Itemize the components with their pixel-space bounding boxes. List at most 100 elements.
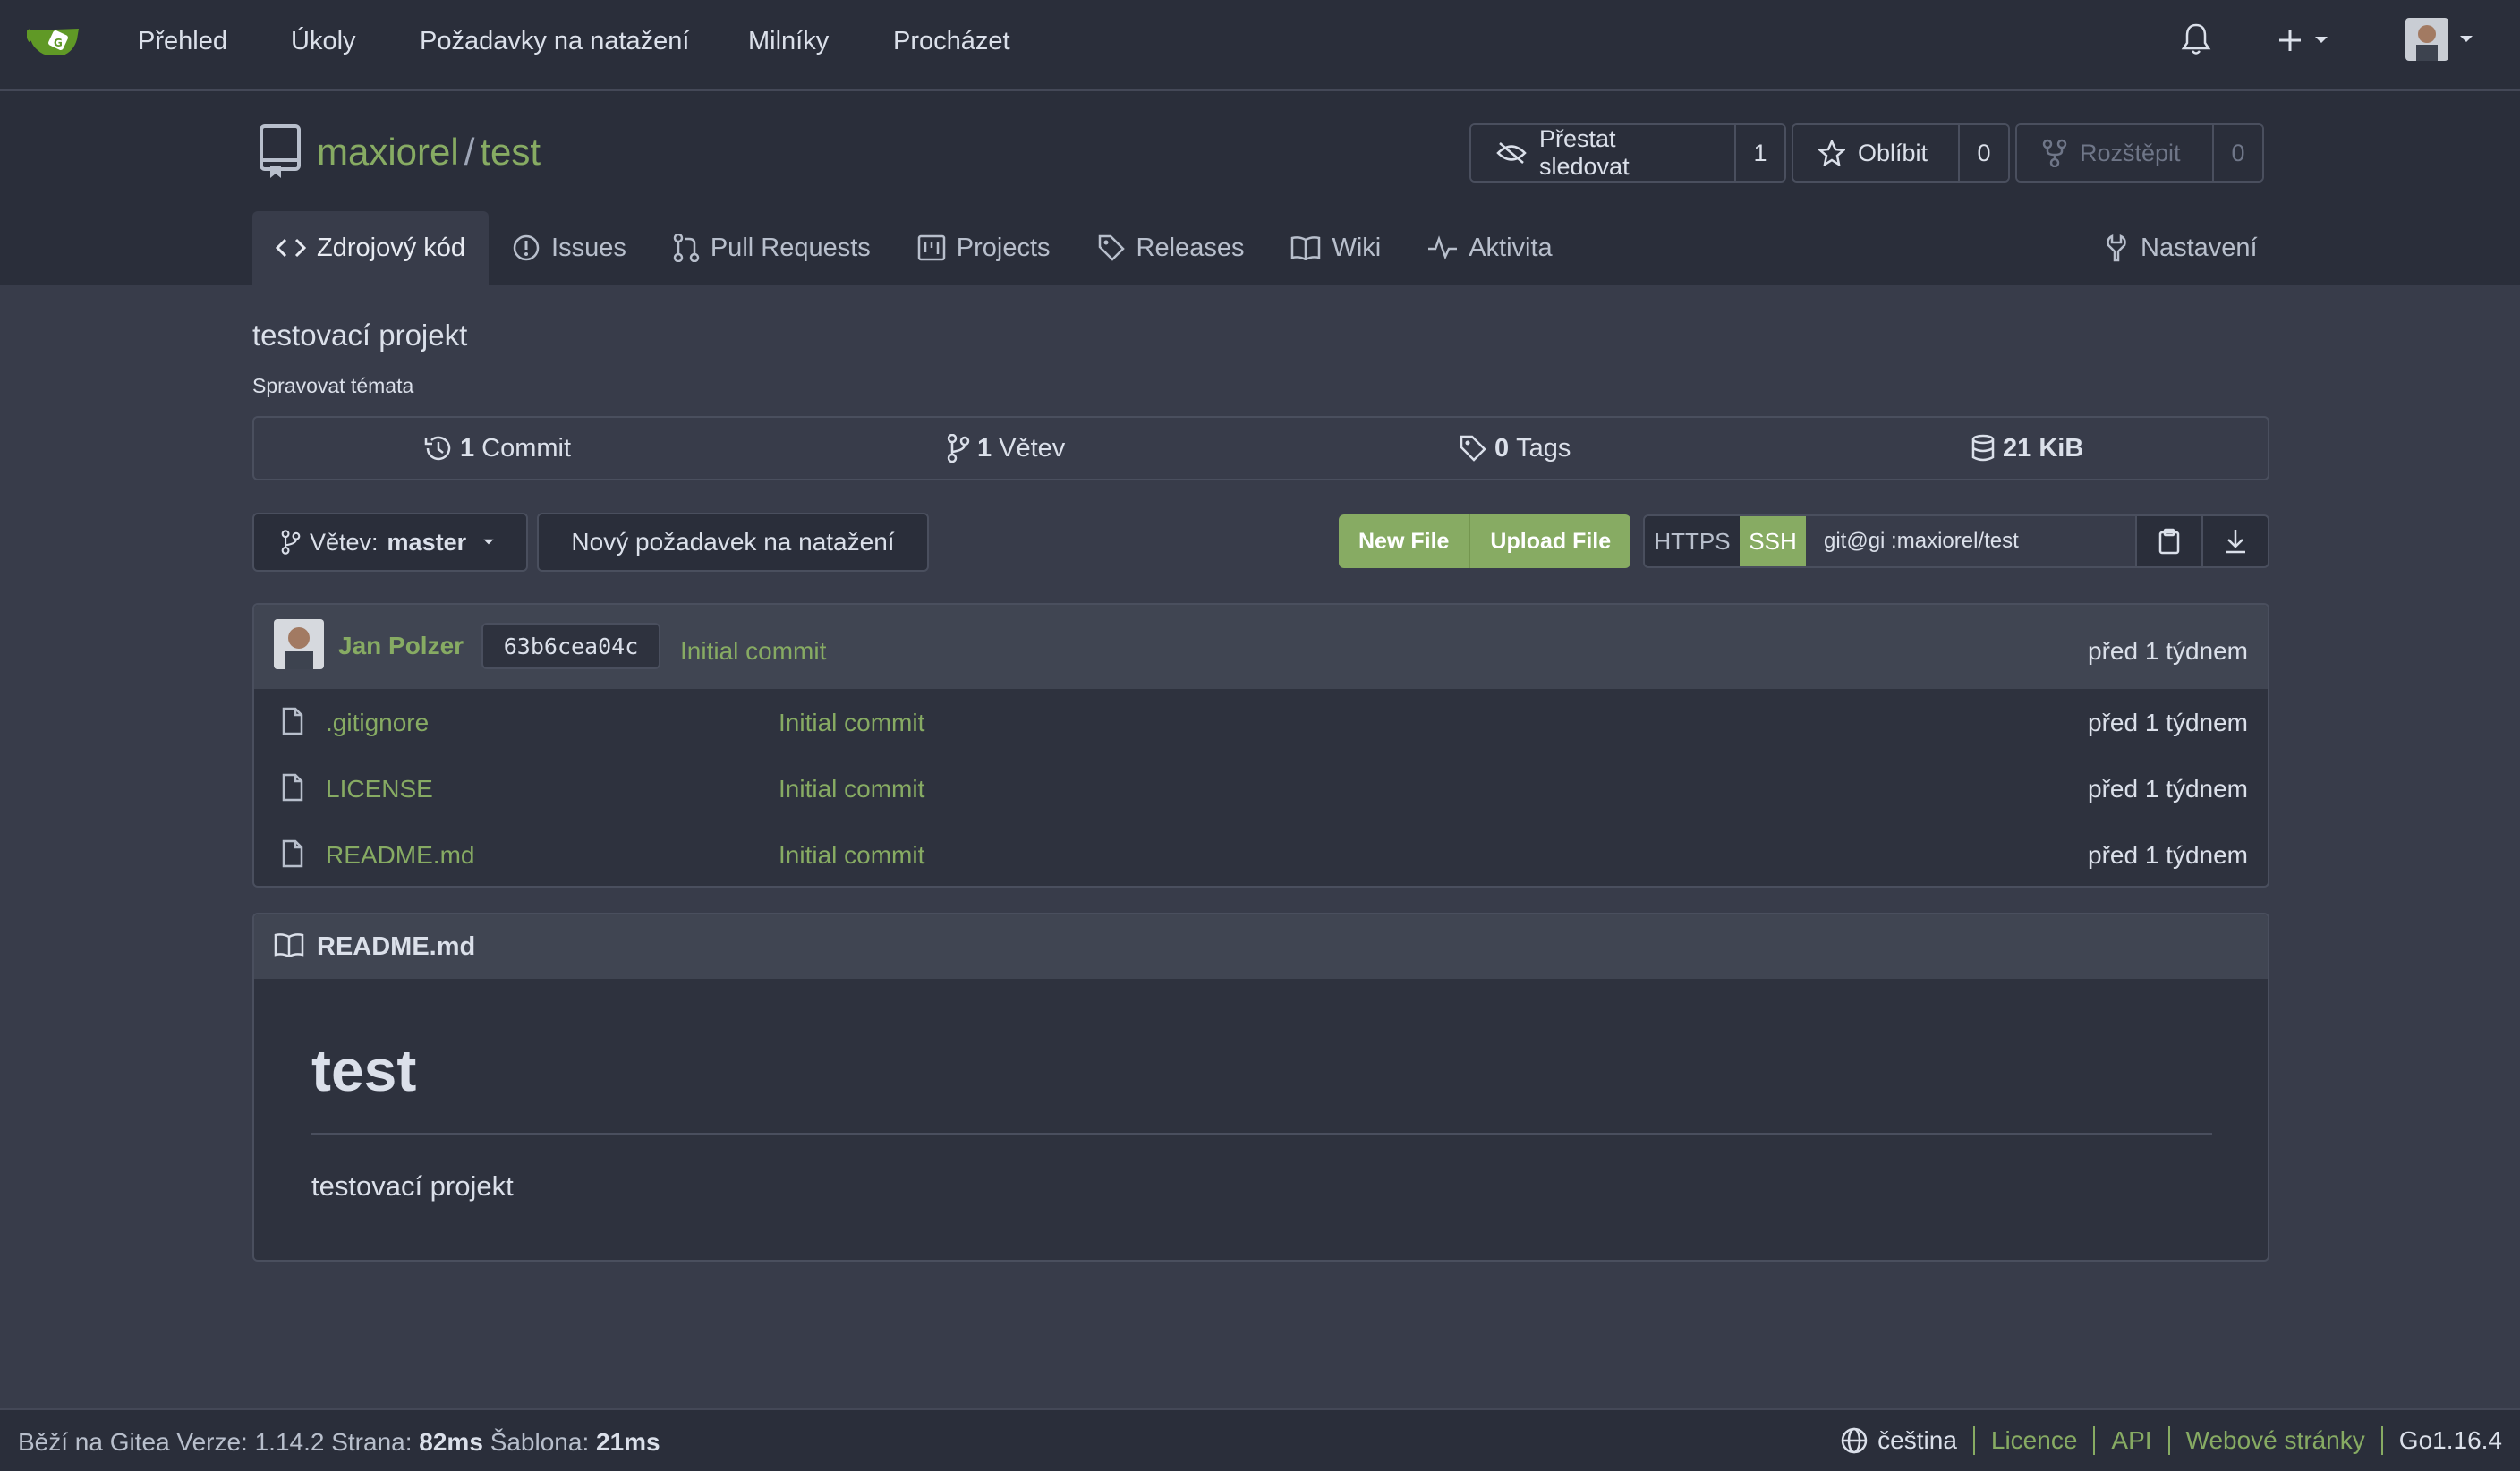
file-name-link[interactable]: .gitignore	[326, 709, 429, 737]
go-version: Go1.16.4	[2398, 1426, 2502, 1454]
tab-wiki[interactable]: Wiki	[1267, 211, 1404, 285]
fork-button-group: Rozštěpit 0	[2015, 123, 2264, 183]
star-button[interactable]: Oblíbit	[1793, 125, 1958, 181]
fork-count[interactable]: 0	[2212, 125, 2262, 181]
book-icon	[1290, 235, 1321, 260]
tab-label: Releases	[1136, 233, 1245, 262]
repo-name-link[interactable]: test	[480, 131, 541, 174]
readme-divider	[311, 1133, 2212, 1135]
readme-panel: README.md test testovací projekt	[252, 913, 2269, 1262]
commit-author-link[interactable]: Jan Polzer	[338, 632, 464, 660]
eye-slash-icon	[1496, 141, 1527, 165]
unwatch-button[interactable]: Přestat sledovat	[1471, 125, 1734, 181]
commit-time: před 1 týdnem	[2088, 637, 2248, 665]
tab-activity[interactable]: Aktivita	[1404, 211, 1575, 285]
branches-stat[interactable]: 1 Větev	[947, 418, 1065, 479]
footer-separator	[2093, 1426, 2096, 1455]
tab-label: Pull Requests	[710, 233, 871, 262]
https-button[interactable]: HTTPS	[1645, 516, 1740, 566]
issue-icon	[512, 234, 541, 262]
new-pull-request-button[interactable]: Nový požadavek na natažení	[537, 513, 929, 572]
commit-message-link[interactable]: Initial commit	[680, 637, 826, 666]
nav-milestones[interactable]: Milníky	[748, 27, 829, 56]
commit-sha-button[interactable]: 63b6cea04c	[481, 623, 660, 669]
repo-title: maxiorel / test	[256, 123, 541, 182]
footer-info: Běží na Gitea Verze: 1.14.2 Strana: 82ms…	[18, 1428, 660, 1457]
branch-selector[interactable]: Větev: master	[252, 513, 528, 572]
tab-projects[interactable]: Projects	[894, 211, 1074, 285]
gitea-logo-icon[interactable]: G	[27, 20, 82, 68]
footer-separator	[2380, 1426, 2383, 1455]
readme-filename: README.md	[317, 932, 476, 961]
file-icon	[281, 839, 304, 868]
nav-pull-requests[interactable]: Požadavky na natažení	[420, 27, 689, 56]
notifications-button[interactable]	[2180, 21, 2212, 57]
clone-url-input[interactable]: git@gi :maxiorel/test	[1806, 516, 2135, 566]
file-commit-link[interactable]: Initial commit	[779, 775, 924, 804]
tab-label: Zdrojový kód	[317, 233, 466, 262]
commits-count: 1	[460, 433, 475, 463]
file-name-link[interactable]: README.md	[326, 841, 474, 870]
nav-dashboard[interactable]: Přehled	[138, 27, 227, 56]
branches-count: 1	[977, 433, 992, 463]
clone-panel: HTTPS SSH git@gi :maxiorel/test	[1643, 514, 2269, 568]
file-time: před 1 týdnem	[2088, 709, 2248, 736]
api-link[interactable]: API	[2111, 1426, 2151, 1455]
git-branch-icon	[947, 434, 970, 463]
file-row: .gitignore Initial commit před 1 týdnem	[254, 689, 2268, 755]
repo-header: maxiorel / test Přestat sledovat 1 Oblíb…	[0, 91, 2520, 285]
pulse-icon	[1427, 235, 1458, 260]
commits-stat[interactable]: 1 Commit	[422, 418, 571, 479]
create-new-button[interactable]	[2277, 27, 2328, 54]
fork-button[interactable]: Rozštěpit	[2017, 125, 2212, 181]
file-name-link[interactable]: LICENSE	[326, 775, 433, 804]
tools-icon	[2103, 234, 2130, 262]
repo-path-separator: /	[464, 131, 475, 173]
license-link[interactable]: Licence	[1991, 1426, 2078, 1455]
file-commit-link[interactable]: Initial commit	[779, 841, 924, 870]
file-icon	[281, 773, 304, 802]
watch-button-group: Přestat sledovat 1	[1469, 123, 1786, 183]
repo-owner-link[interactable]: maxiorel	[317, 131, 459, 174]
tab-issues[interactable]: Issues	[489, 211, 650, 285]
tab-settings[interactable]: Nastavení	[2080, 211, 2281, 285]
copy-url-button[interactable]	[2135, 516, 2201, 566]
tags-stat[interactable]: 0 Tags	[1459, 418, 1571, 479]
tab-releases[interactable]: Releases	[1074, 211, 1268, 285]
database-icon	[1971, 434, 1996, 463]
svg-text:G: G	[54, 37, 63, 49]
user-menu[interactable]	[2405, 18, 2473, 61]
readme-heading: test	[311, 1037, 417, 1103]
clipboard-icon	[2158, 528, 2181, 555]
language-selector[interactable]: čeština	[1877, 1426, 1957, 1455]
branch-prefix: Větev:	[310, 528, 379, 556]
website-link[interactable]: Webové stránky	[2186, 1426, 2365, 1455]
globe-icon	[1840, 1426, 1869, 1455]
nav-issues[interactable]: Úkoly	[291, 27, 356, 56]
nav-explore[interactable]: Procházet	[893, 27, 1010, 56]
repo-stats-bar: 1 Commit 1 Větev 0 Tags 21 KiB	[252, 416, 2269, 480]
tag-icon	[1459, 434, 1487, 463]
file-commit-link[interactable]: Initial commit	[779, 709, 924, 737]
download-button[interactable]	[2201, 516, 2268, 566]
avatar[interactable]	[274, 619, 324, 669]
upload-file-button[interactable]: Upload File	[1469, 514, 1631, 568]
star-button-group: Oblíbit 0	[1792, 123, 2010, 183]
project-icon	[917, 234, 946, 261]
tab-label: Issues	[551, 233, 626, 262]
repo-size: 21 KiB	[2003, 433, 2084, 463]
chevron-down-icon	[2314, 36, 2328, 45]
manage-topics-link[interactable]: Spravovat témata	[252, 374, 413, 398]
tab-pull-requests[interactable]: Pull Requests	[650, 211, 894, 285]
readme-header: README.md	[254, 914, 2268, 979]
footer-page-time: 82ms	[419, 1428, 483, 1456]
star-count[interactable]: 0	[1958, 125, 2008, 181]
commits-label: Commit	[481, 433, 572, 463]
watch-count[interactable]: 1	[1734, 125, 1784, 181]
ssh-button[interactable]: SSH	[1740, 516, 1806, 566]
file-time: před 1 týdnem	[2088, 775, 2248, 803]
file-row: README.md Initial commit před 1 týdnem	[254, 821, 2268, 886]
new-file-button[interactable]: New File	[1339, 514, 1469, 568]
tab-code[interactable]: Zdrojový kód	[252, 211, 490, 285]
tab-label: Nastavení	[2141, 233, 2258, 262]
